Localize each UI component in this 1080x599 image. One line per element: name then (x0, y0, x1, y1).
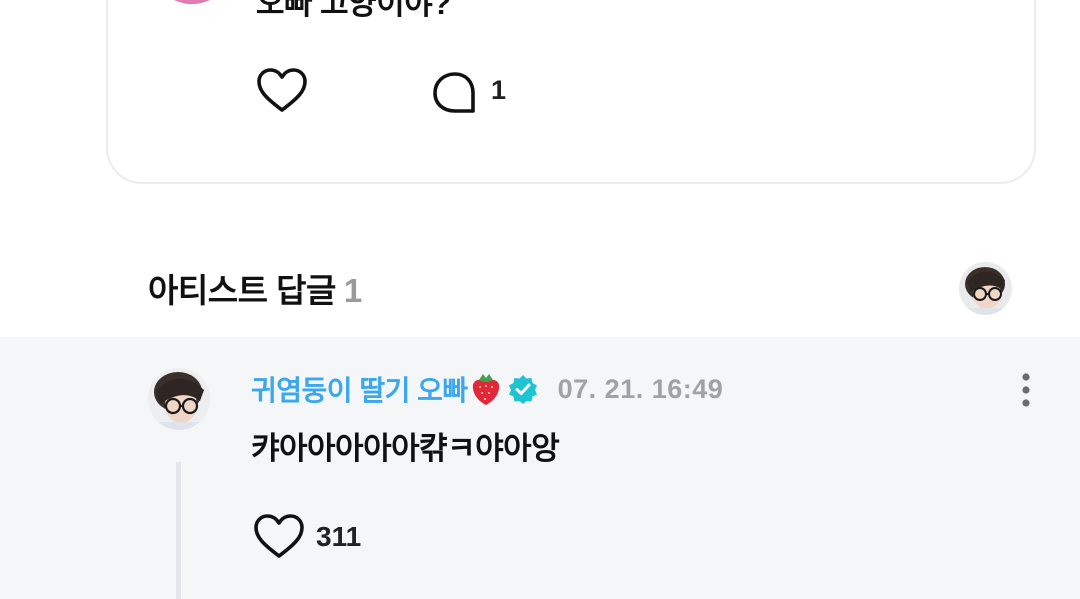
reply-timestamp: 07. 21. 16:49 (557, 373, 724, 404)
comment-bubble-icon (433, 72, 475, 113)
reply-author-name[interactable]: 귀염둥이 딸기 오빠 (251, 369, 468, 409)
reply-header: 귀염둥이 딸기 오빠 07. 21. 16:49 (251, 369, 723, 409)
reply-like-count: 311 (316, 521, 362, 552)
heart-outline-icon (257, 68, 307, 112)
strawberry-icon (470, 372, 502, 406)
comment-count: 1 (491, 75, 507, 105)
thread-line (176, 462, 181, 599)
post-card: 오빠 고양이야? 1 (106, 0, 1036, 184)
artist-photo (148, 368, 210, 430)
artist-replies-count: 1 (343, 272, 362, 309)
post-like-button[interactable] (256, 67, 308, 115)
artist-replies-title: 아티스트 답글 (148, 272, 336, 309)
verified-badge-icon (508, 374, 538, 404)
post-text: 오빠 고양이야? (256, 0, 451, 21)
more-options-button[interactable] (1014, 371, 1038, 411)
fan-community-page: 오빠 고양이야? 1 아티스트 답글 1 귀염둥이 딸기 오빠 07. 21. … (0, 0, 1080, 599)
reply-author-avatar[interactable] (148, 368, 210, 430)
heart-outline-icon (254, 514, 304, 558)
reply-like-button[interactable]: 311 (253, 513, 361, 561)
more-vertical-icon (1022, 373, 1030, 407)
artist-reply-item: 귀염둥이 딸기 오빠 07. 21. 16:49 캬아아아아아캮ㅋ야아앙 311 (0, 337, 1080, 599)
artist-avatar-small[interactable] (959, 262, 1012, 315)
post-author-avatar[interactable] (150, 0, 234, 4)
artist-replies-header: 아티스트 답글 1 (148, 264, 362, 312)
artist-photo (959, 262, 1012, 315)
avatar-shirt (158, 0, 226, 4)
post-comment-button[interactable]: 1 (431, 67, 521, 115)
reply-text: 캬아아아아아캮ㅋ야아앙 (251, 431, 560, 466)
